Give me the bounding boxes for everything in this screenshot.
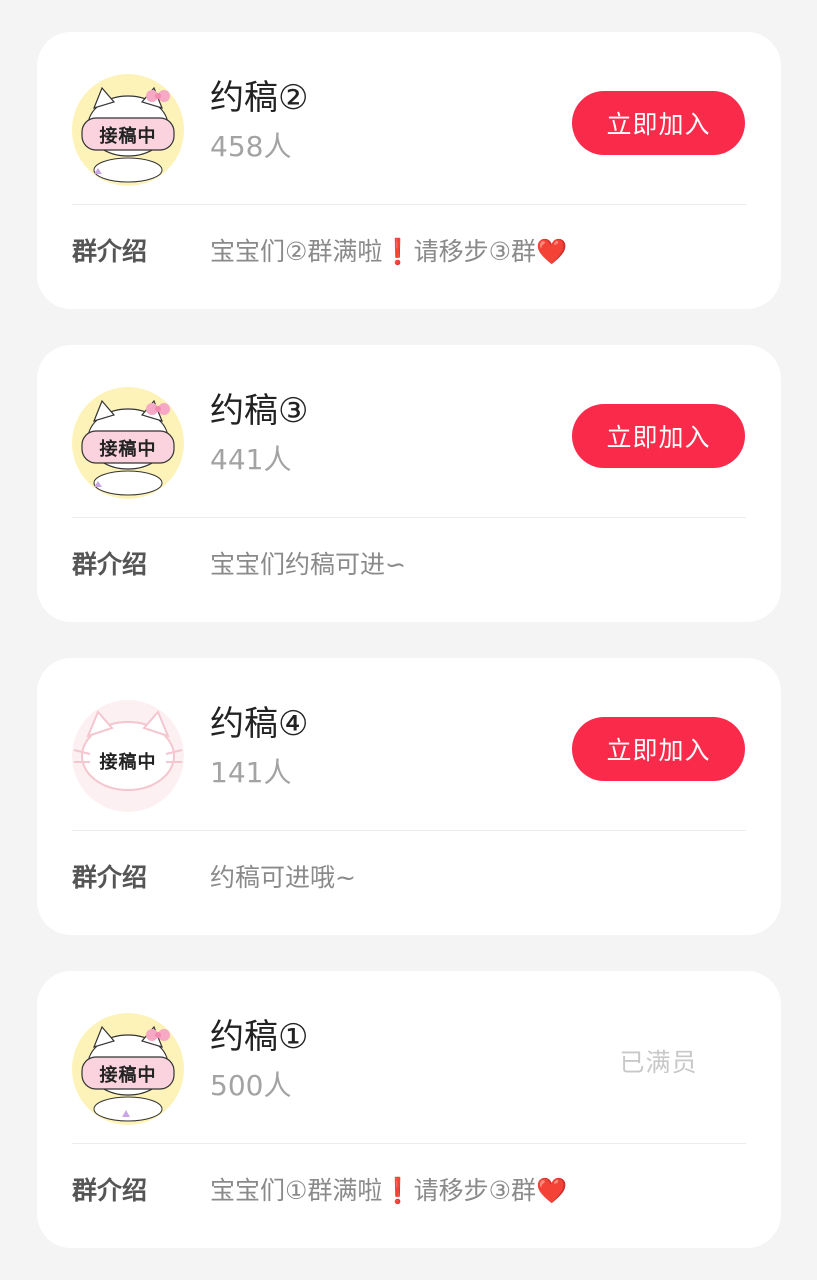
heart-icon: ❤️ bbox=[535, 1176, 568, 1205]
group-card[interactable]: 接稿中 约稿② 458人 立即加入 群介绍 宝宝们②群满啦❗请移步③群❤️ bbox=[37, 32, 781, 309]
exclamation-icon: ❗ bbox=[382, 1176, 414, 1205]
group-card[interactable]: 接稿中 约稿① 500人 已满员 群介绍 宝宝们①群满啦❗请移步③群❤️ bbox=[37, 971, 781, 1248]
group-intro-label: 群介绍 bbox=[72, 863, 148, 892]
group-name: 约稿③ bbox=[210, 391, 309, 431]
group-card[interactable]: 接稿中 约稿④ 141人 立即加入 群介绍 约稿可进哦~ bbox=[37, 658, 781, 935]
group-intro-label: 群介绍 bbox=[72, 1176, 148, 1205]
divider bbox=[72, 830, 746, 831]
divider bbox=[72, 204, 746, 205]
group-avatar: 接稿中 bbox=[72, 700, 184, 812]
group-avatar: 接稿中 bbox=[72, 387, 184, 499]
group-full-status: 已满员 bbox=[619, 1048, 698, 1077]
join-now-button[interactable]: 立即加入 bbox=[572, 404, 745, 468]
member-count: 141人 bbox=[210, 756, 292, 789]
group-intro-text: 宝宝们约稿可进∽ bbox=[210, 550, 406, 579]
divider bbox=[72, 517, 746, 518]
avatar-sign-text: 接稿中 bbox=[99, 126, 157, 147]
group-name: 约稿④ bbox=[210, 704, 309, 744]
group-name: 约稿① bbox=[210, 1017, 309, 1057]
group-card[interactable]: 接稿中 约稿③ 441人 立即加入 群介绍 宝宝们约稿可进∽ bbox=[37, 345, 781, 622]
divider bbox=[72, 1143, 746, 1144]
group-name: 约稿② bbox=[210, 78, 309, 118]
group-intro-label: 群介绍 bbox=[72, 237, 148, 266]
join-now-button[interactable]: 立即加入 bbox=[572, 91, 745, 155]
avatar-sign-text: 接稿中 bbox=[99, 1065, 157, 1086]
avatar-sign-text: 接稿中 bbox=[99, 752, 157, 773]
group-intro-label: 群介绍 bbox=[72, 550, 148, 579]
heart-icon: ❤️ bbox=[535, 237, 568, 266]
exclamation-icon: ❗ bbox=[382, 237, 414, 266]
member-count: 500人 bbox=[210, 1069, 292, 1102]
group-intro-text: 宝宝们①群满啦❗请移步③群❤️ bbox=[210, 1176, 568, 1205]
join-now-button[interactable]: 立即加入 bbox=[572, 717, 745, 781]
group-intro-text: 宝宝们②群满啦❗请移步③群❤️ bbox=[210, 237, 568, 266]
member-count: 458人 bbox=[210, 130, 292, 163]
group-intro-text: 约稿可进哦~ bbox=[210, 863, 356, 892]
group-avatar: 接稿中 bbox=[72, 1013, 184, 1125]
avatar-sign-text: 接稿中 bbox=[99, 439, 157, 460]
group-avatar: 接稿中 bbox=[72, 74, 184, 186]
member-count: 441人 bbox=[210, 443, 292, 476]
